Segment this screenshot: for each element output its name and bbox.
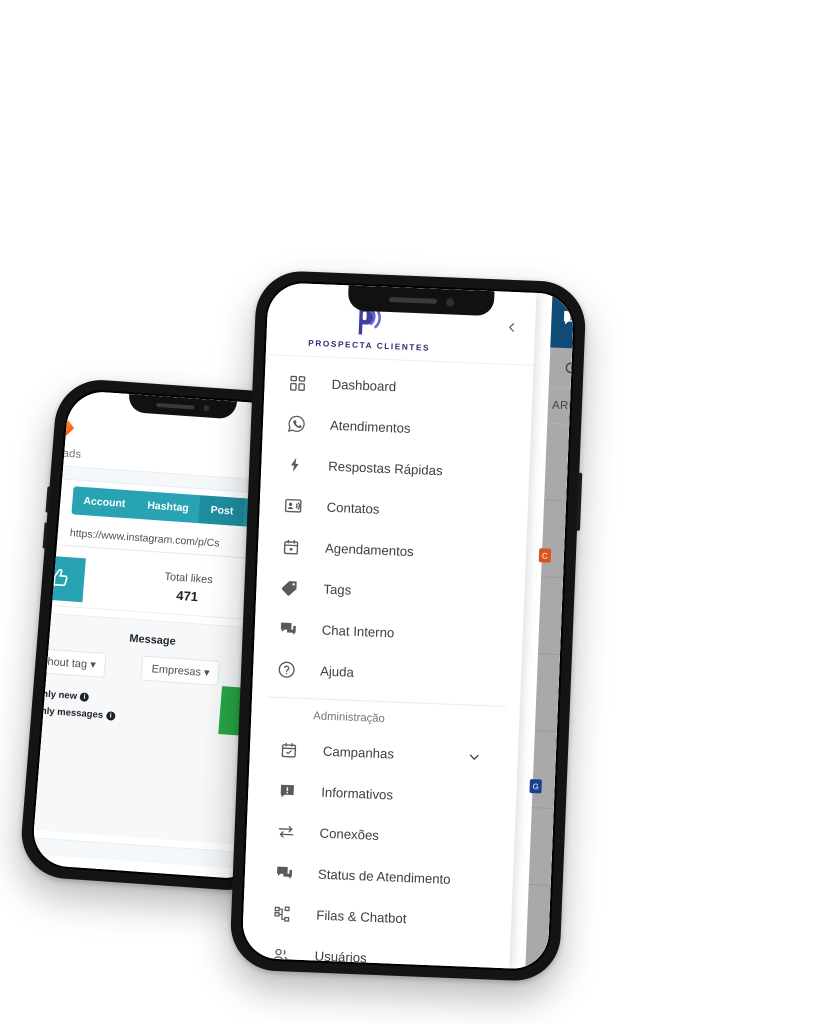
chat-bubbles-icon: [276, 617, 299, 640]
tab-account[interactable]: Account: [71, 486, 137, 518]
tickets-search[interactable]: [548, 347, 575, 390]
menu-label: Filas & Chatbot: [316, 907, 407, 927]
contact-card-icon: [281, 494, 304, 517]
info-icon[interactable]: i: [105, 711, 116, 721]
tag-select-value: hout tag: [46, 655, 88, 671]
front-camera: [202, 405, 210, 412]
calendar-check-icon: [278, 738, 301, 761]
tag-select[interactable]: hout tag ▾: [36, 648, 107, 678]
tab-post[interactable]: Post: [198, 495, 246, 527]
menu-label: Respostas Rápidas: [328, 458, 443, 479]
menu-label: Ajuda: [319, 663, 355, 680]
chevron-down-icon[interactable]: [466, 749, 482, 765]
ticket-tag: C: [538, 548, 551, 563]
only-new-label: Only new: [34, 688, 78, 703]
help-circle-icon: [275, 658, 298, 681]
ticket-tag: G: [529, 779, 543, 794]
front-phone-mockup: PROSPECTA CLIENTES Dashboard Atendimento…: [229, 269, 587, 983]
volume-up-button[interactable]: [45, 486, 51, 513]
close-icon[interactable]: ✕: [571, 855, 575, 878]
menu-label: Chat Interno: [321, 622, 395, 641]
only-messages-label: Only messages: [33, 705, 104, 721]
message-select-value: Empresas: [151, 663, 202, 679]
users-icon: [269, 943, 292, 966]
ticket-row[interactable]: 18: 1 ✕ ✓: [528, 808, 575, 888]
whatsapp-icon: [285, 412, 308, 435]
dashboard-grid-icon: [286, 371, 309, 394]
menu-label: Conexões: [319, 825, 380, 843]
chevron-left-icon: [509, 323, 515, 332]
tab-aguardando-label[interactable]: ARDANDO: [552, 400, 575, 414]
leads-brand-label: Leads: [49, 446, 82, 461]
front-phone-screen: PROSPECTA CLIENTES Dashboard Atendimento…: [241, 282, 575, 970]
menu-label: Usuários: [314, 948, 367, 966]
power-button[interactable]: [575, 472, 583, 531]
chat-bubbles-icon: [273, 861, 296, 884]
menu-label: Agendamentos: [324, 540, 415, 560]
tickets-panel: ARDANDO 40 21: 3 ✕ ✓: [525, 293, 575, 970]
sitemap-icon: [271, 902, 294, 925]
ticket-row[interactable]: 20: 2 ✕ ✓: [537, 577, 575, 657]
drawer-collapse-button[interactable]: [504, 320, 520, 341]
leads-brand: Leads: [48, 415, 84, 461]
menu-label: Status de Atendimento: [317, 866, 451, 887]
menu-label: Dashboard: [331, 376, 397, 395]
mockup-stage: Leads Account Hashtag Post https://www.i…: [0, 0, 819, 1024]
tab-hashtag[interactable]: Hashtag: [135, 491, 201, 523]
volume-down-button[interactable]: [42, 522, 48, 549]
alert-bubble-icon: [276, 779, 299, 802]
caret-down-icon: ▾: [89, 658, 97, 672]
thumbs-up-icon: [49, 568, 68, 587]
front-phone-bezel: PROSPECTA CLIENTES Dashboard Atendimento…: [239, 280, 577, 972]
menu-label: Campanhas: [322, 743, 395, 762]
earpiece-speaker: [155, 402, 194, 410]
front-camera: [445, 297, 454, 307]
ticket-row[interactable]: 19: ✕ ✓: [534, 654, 575, 734]
orange-tag-logo-icon: [51, 418, 75, 438]
message-select[interactable]: Empresas ▾: [140, 655, 221, 686]
menu-label: Tags: [323, 581, 352, 598]
tickets-tabs: ARDANDO 40: [547, 387, 575, 426]
info-icon[interactable]: i: [79, 692, 90, 702]
lightning-bolt-icon: [283, 453, 306, 476]
search-icon: [565, 361, 575, 376]
ticket-row[interactable]: 19: 2 G ✕ ✓: [529, 731, 575, 811]
ticket-row[interactable]: 21: 3 ✕ ✓: [544, 423, 575, 503]
prospecta-app: PROSPECTA CLIENTES Dashboard Atendimento…: [241, 282, 575, 970]
menu-label: Informativos: [320, 784, 394, 803]
menu-label: Contatos: [326, 499, 380, 517]
navigation-drawer: PROSPECTA CLIENTES Dashboard Atendimento…: [241, 282, 537, 969]
announcement-icon[interactable]: [561, 308, 575, 334]
thumbs-up-badge: [32, 554, 86, 603]
tag-icon: [278, 576, 301, 599]
menu-label: Atendimentos: [329, 417, 411, 436]
ticket-row[interactable]: 21: 2 C ✕ ✓: [538, 500, 575, 580]
brand-name: PROSPECTA CLIENTES: [308, 337, 431, 353]
tickets-header: [550, 293, 575, 350]
tickets-list: 21: 3 ✕ ✓ 21: 2 C ✕: [525, 423, 575, 970]
transfer-arrows-icon: [274, 820, 297, 843]
calendar-icon: [280, 535, 303, 558]
earpiece-speaker: [388, 296, 437, 304]
drawer-menu-list: Dashboard Atendimentos Respostas Rápidas…: [242, 355, 534, 968]
caret-down-icon: ▾: [203, 666, 211, 680]
